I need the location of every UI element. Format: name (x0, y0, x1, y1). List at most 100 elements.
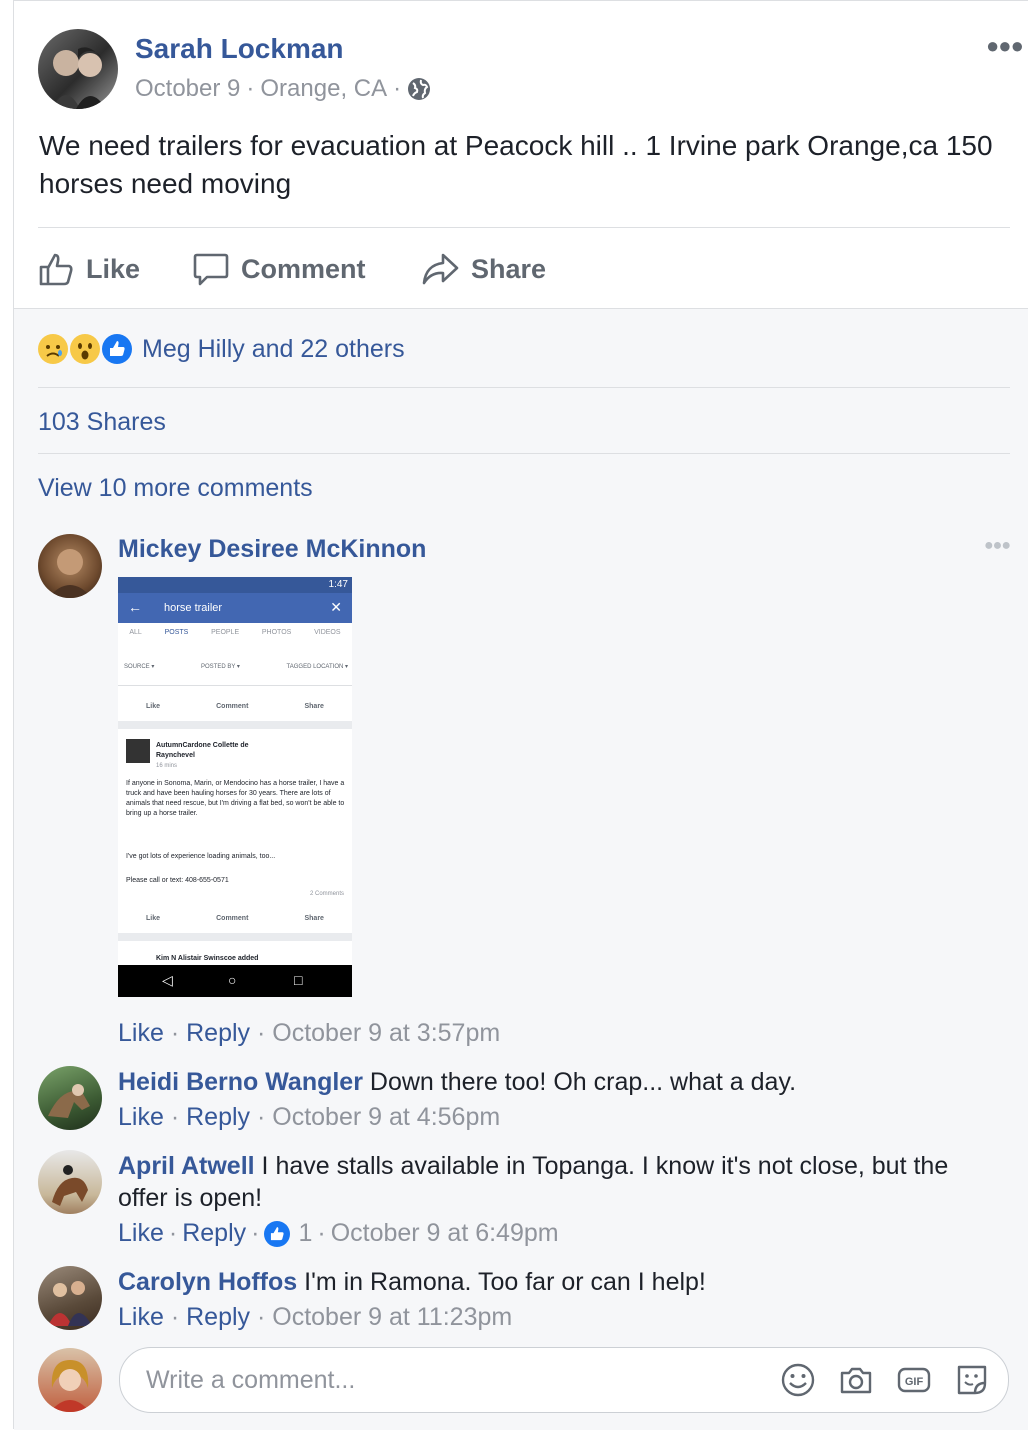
comment-like-link[interactable]: Like (118, 1019, 164, 1047)
screenshot-tab: ALL (129, 629, 142, 636)
screenshot-nav-bar: ◁ ○ □ (118, 965, 352, 997)
post-options-icon[interactable]: ●●● (986, 33, 1024, 59)
comment-author-name[interactable]: Heidi Berno Wangler (118, 1068, 363, 1096)
screenshot-post-avatar (126, 739, 150, 763)
screenshot-action: Like (146, 703, 161, 710)
comment-timestamp[interactable]: October 9 at 6:49pm (331, 1219, 559, 1248)
comment-like-link[interactable]: Like (118, 1303, 164, 1331)
write-comment-icons: GIF (780, 1362, 990, 1398)
post-card: Sarah Lockman October 9 · Orange, CA · ●… (13, 0, 1028, 1430)
comment-timestamp[interactable]: October 9 at 11:23pm (272, 1303, 512, 1331)
commenter-avatar[interactable] (38, 1066, 102, 1130)
screenshot-nav-recent-icon: □ (294, 972, 303, 988)
sad-reaction-icon (38, 334, 68, 364)
screenshot-filter: TAGGED LOCATION ▾ (286, 664, 348, 670)
comment-like-reaction-icon[interactable] (264, 1220, 291, 1247)
commenter-avatar[interactable] (38, 1150, 102, 1214)
comment-like-link[interactable]: Like (118, 1219, 164, 1248)
svg-text:GIF: GIF (905, 1376, 924, 1388)
action-separator: · (170, 1303, 180, 1331)
screenshot-comments-count: 2 Comments (309, 891, 344, 897)
comments-section: Meg Hilly and 22 others 103 Shares View … (14, 308, 1028, 1430)
commenter-avatar[interactable] (38, 534, 102, 598)
screenshot-search-bar: ← horse trailer ✕ (118, 593, 352, 623)
meta-separator: · (393, 75, 402, 102)
comment-button[interactable]: Comment (193, 247, 366, 291)
meta-separator: · (246, 75, 255, 102)
post-header-section: Sarah Lockman October 9 · Orange, CA · ●… (14, 1, 1028, 308)
reactions-text[interactable]: Meg Hilly and 22 others (142, 335, 405, 364)
comment-like-link[interactable]: Like (118, 1103, 164, 1131)
gif-icon[interactable]: GIF (896, 1362, 932, 1398)
action-separator: · (168, 1219, 178, 1247)
comment-actions: Like · Reply · 1 · October 9 at 6:49pm (118, 1219, 559, 1248)
screenshot-actions: Like Comment Share (118, 703, 352, 710)
comment-actions: Like · Reply · October 9 at 3:57pm (118, 1019, 500, 1048)
screenshot-tab: PEOPLE (211, 629, 240, 636)
screenshot-status-time: 1:47 (328, 579, 348, 590)
screenshot-action: Share (304, 915, 324, 922)
comment-author-name[interactable]: April Atwell (118, 1152, 255, 1180)
write-comment-box[interactable]: GIF (119, 1347, 1009, 1413)
action-separator: · (317, 1219, 326, 1247)
post-author-name[interactable]: Sarah Lockman (135, 33, 344, 65)
comment-author-name[interactable]: Carolyn Hoffos (118, 1268, 297, 1296)
screenshot-filter: POSTED BY ▾ (200, 664, 240, 670)
commenter-avatar[interactable] (38, 1266, 102, 1330)
screenshot-nav-home-icon: ○ (228, 972, 237, 988)
comment-icon (193, 253, 229, 286)
shares-count[interactable]: 103 Shares (38, 408, 166, 437)
post-location[interactable]: Orange, CA (260, 75, 387, 103)
like-button[interactable]: Like (38, 247, 140, 291)
comment-reply-link[interactable]: Reply (182, 1219, 246, 1248)
comment-actions: Like · Reply · October 9 at 11:23pm (118, 1303, 512, 1332)
camera-icon[interactable] (838, 1362, 874, 1398)
screenshot-tab: PHOTOS (261, 629, 292, 636)
emoji-icon[interactable] (780, 1362, 816, 1398)
share-button[interactable]: Share (421, 247, 546, 291)
comment-options-icon[interactable]: ●●● (984, 537, 1011, 555)
screenshot-post-text-3: Please call or text: 408-655-0571 (126, 877, 229, 884)
write-comment-input[interactable] (144, 1362, 748, 1398)
comment-timestamp[interactable]: October 9 at 3:57pm (272, 1019, 500, 1047)
post-meta: October 9 · Orange, CA · (135, 75, 431, 103)
screenshot-action: Like (146, 915, 161, 922)
comment-reply-link[interactable]: Reply (186, 1019, 250, 1047)
reactions-summary[interactable]: Meg Hilly and 22 others (38, 334, 405, 364)
comment-reply-link[interactable]: Reply (186, 1103, 250, 1131)
post-date[interactable]: October 9 (135, 75, 240, 103)
screenshot-actions-bottom: Like Comment Share (118, 915, 352, 922)
comment-reaction-count[interactable]: 1 (298, 1219, 312, 1248)
like-label: Like (86, 253, 141, 284)
comment-attached-screenshot[interactable]: 1:47 ← horse trailer ✕ ALL POSTS PEOPLE … (118, 577, 352, 997)
comment-timestamp[interactable]: October 9 at 4:56pm (272, 1103, 500, 1131)
screenshot-tab: VIDEOS (314, 629, 341, 636)
action-separator: · (256, 1019, 266, 1047)
screenshot-nav-back-icon: ◁ (162, 972, 173, 988)
comment-text: I'm in Ramona. Too far or can I help! (304, 1268, 706, 1296)
comment-reply-link[interactable]: Reply (186, 1303, 250, 1331)
screenshot-post-author: AutumnCardone Collette de Raynchevel (156, 742, 249, 759)
shares-divider (38, 453, 1010, 454)
screenshot-search-text: horse trailer (164, 602, 223, 614)
share-icon (422, 253, 459, 285)
screenshot-back-arrow-icon: ← (128, 599, 142, 615)
comment-author-name[interactable]: Mickey Desiree McKinnon (118, 535, 426, 564)
screenshot-post-text-2: I've got lots of experience loading anim… (126, 853, 276, 860)
post-text: We need trailers for evacuation at Peaco… (39, 130, 993, 199)
reactions-divider (38, 387, 1010, 388)
view-more-comments-link[interactable]: View 10 more comments (38, 474, 313, 503)
post-divider (38, 227, 1010, 228)
screenshot-close-icon: ✕ (330, 599, 342, 615)
author-avatar[interactable] (38, 29, 118, 109)
screenshot-divider (118, 685, 352, 686)
screenshot-tabs: ALL POSTS PEOPLE PHOTOS VIDEOS (118, 629, 352, 636)
comment-body: Heidi Berno Wangler Down there too! Oh c… (118, 1066, 998, 1098)
share-label: Share (471, 253, 547, 284)
thumbs-up-icon (39, 253, 73, 286)
screenshot-action: Comment (216, 915, 249, 922)
wow-reaction-icon (70, 334, 100, 364)
sticker-icon[interactable] (954, 1362, 990, 1398)
screenshot-filter: SOURCE ▾ (124, 664, 155, 670)
action-separator: · (256, 1303, 266, 1331)
